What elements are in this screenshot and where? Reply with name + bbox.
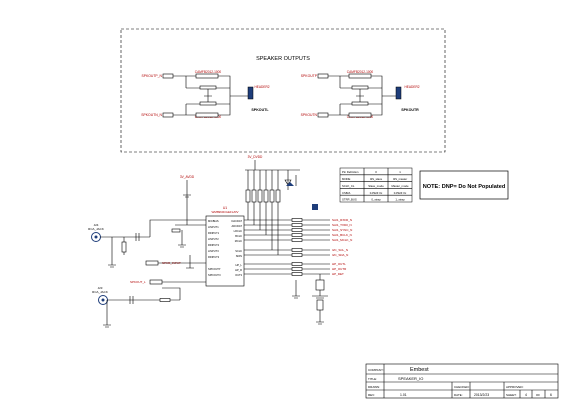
jack-bottom-name: RCA_JACK [92,290,108,294]
codec-pin-l8: SPKOUTN [208,273,221,277]
codec-part: WM8960CGEFL/RV [212,210,239,214]
net-sai1-sync: SAI1_SYNC_N [332,228,352,232]
table-cell: MODE [342,177,351,181]
codec-pin-l0: MICBIAS [208,219,219,223]
table-cell: I2S_slave [370,177,383,181]
connector-label-left: HEADER2 [254,85,269,89]
codec-pin-l5: LINPUT3 [208,249,219,253]
date-value: 2013/2/23 [474,393,489,397]
codec-pin-r9: OUT3 [235,273,242,277]
power-label-avdd: 3V_AVDD [180,175,195,179]
filter-label-top-right: CAMFB2012-1000 [347,70,374,74]
codec-pin-r3: BCLK [235,234,242,238]
codec-pin-l2: RINPUT1 [208,231,220,235]
table-cell: Master_mode [391,184,409,188]
net-hp-det: HP_DET [332,272,344,276]
sheet-title: SPEAKER_IO [398,376,423,381]
power-rails: 3V_DVDD 3V_AVDD [180,155,318,225]
sheet-number: 4 [525,393,527,397]
codec-pin-l4: RINPUT2 [208,243,220,247]
codec-pin-r5: SCLK [235,249,242,253]
checked-label: CHECKED: [454,385,470,389]
codec-pin-r7: HP_L [236,263,243,267]
connector-label-right: HEADER2 [404,85,419,89]
table-header-0: Pin Definition [342,170,359,174]
table-cell: STRP_BUS [342,198,357,202]
crystal [315,279,325,291]
pin-definition-table: Pin Definition 0 1 MODE I2S_slave I2S_ma… [339,167,413,203]
net-label-spkoutp-n: SPKOUTP_N [141,74,162,78]
of-label: OF [536,393,540,397]
table-cell: Slave_mode [368,184,384,188]
table-cell: 0-PEIF 0x [370,191,383,195]
codec-u1: U1 WM8960CGEFL/RV MICBIAS LINPUT1 RINPUT… [205,206,245,287]
mic-inputs: J24 RCA_JACK J23 RCA_JACK SPKR_INPUT SPK… [88,219,206,328]
codec-pin-l3: LINPUT2 [208,237,219,241]
schematic-canvas: SPEAKER OUTPUTS SPKOUTP_N SPKOUTN_N CAMF… [88,28,559,399]
table-cell: 1_strap [395,198,405,202]
net-port-left-top [162,73,174,79]
company-name: Embest [410,367,429,373]
connector-name-right: SPKOUTR [401,108,419,112]
codec-pin-r2: LRCLK [234,229,243,233]
codec-pin-r0: DACDAT [232,219,243,223]
net-sai1-mclk: SAI1_MCLK_N [332,238,352,242]
net-label-spkoutn: SPKOUTN [301,113,318,117]
net-label-spkoutn-n: SPKOUTN_N [141,113,162,117]
table-cell: 0-PEIF 0x [394,191,407,195]
codec-pin-r8: HP_R [235,268,242,272]
title-label: TITLE: [368,377,377,381]
codec-pin-l7: SPKOUTP [208,267,221,271]
speaker-right-circuit: SPKOUTP SPKOUTN CAMFB2012-1000 CAMFB2012… [301,70,420,119]
codec-pin-l6: RINPUT3 [208,255,220,259]
codec-pin-r4: MCLK [235,239,242,243]
approved-label: APPROVED: [506,385,524,389]
date-label: DATE: [454,393,463,397]
sheet-label: SHEET: [506,393,517,397]
net-i2c-scl: I2C_SCL_N [332,248,348,252]
codec-pin-l1: LINPUT1 [208,225,219,229]
table-cell: 0_strap [371,198,381,202]
net-sai1-bclk: SAI1_BCLK_N [332,233,352,237]
net-hp-outr: HP_OUTR [332,267,347,271]
table-cell: SCLK_CL [342,184,355,188]
jumper-part [312,204,318,210]
codec-pin-r6: SDIN [236,254,242,258]
title-block: COMPANY: Embest TITLE: SPEAKER_IO DRAWN:… [365,363,559,399]
rev-label: REV: [368,393,375,397]
net-port-left-bot [162,112,174,118]
speaker-section-title: SPEAKER OUTPUTS [256,56,310,62]
net-sai1-txd0: SAI1_TXD0_N [332,223,352,227]
rev-value: 1.01 [400,393,407,397]
connector-name-left: SPKOUTL [251,108,269,112]
speaker-left-circuit: SPKOUTP_N SPKOUTN_N CAMFB2012-1000 CAMFB… [141,70,269,119]
table-cell: CSB/A [342,191,351,195]
table-cell: I2S_master [393,177,407,181]
jack-top-name: RCA_JACK [88,227,104,231]
dnp-note: NOTE: DNP= Do Not Populated [423,184,506,190]
speaker-left-connector [247,86,254,100]
net-spkout-l: SPKOUT_L [130,280,146,284]
drawn-label: DRAWN: [368,385,380,389]
power-label-dvdd: 3V_DVDD [248,155,263,159]
company-label: COMPANY: [368,368,384,372]
net-hp-outl: HP_OUTL [332,262,346,266]
net-sai1-rxd0: SAI1_RXD0_N [332,218,352,222]
net-i2c-sda: I2C_SDA_N [332,253,348,257]
net-label-spkoutp: SPKOUTP [301,74,318,78]
codec-bus: SAI1_RXD0_N SAI1_TXD0_N SAI1_SYNC_N SAI1… [244,215,352,325]
filter-label-top-left: CAMFB2012-1000 [195,70,222,74]
speaker-right-connector [395,86,402,100]
sheet-total: 6 [550,393,552,397]
codec-pin-r1: ADCDAT [232,224,243,228]
